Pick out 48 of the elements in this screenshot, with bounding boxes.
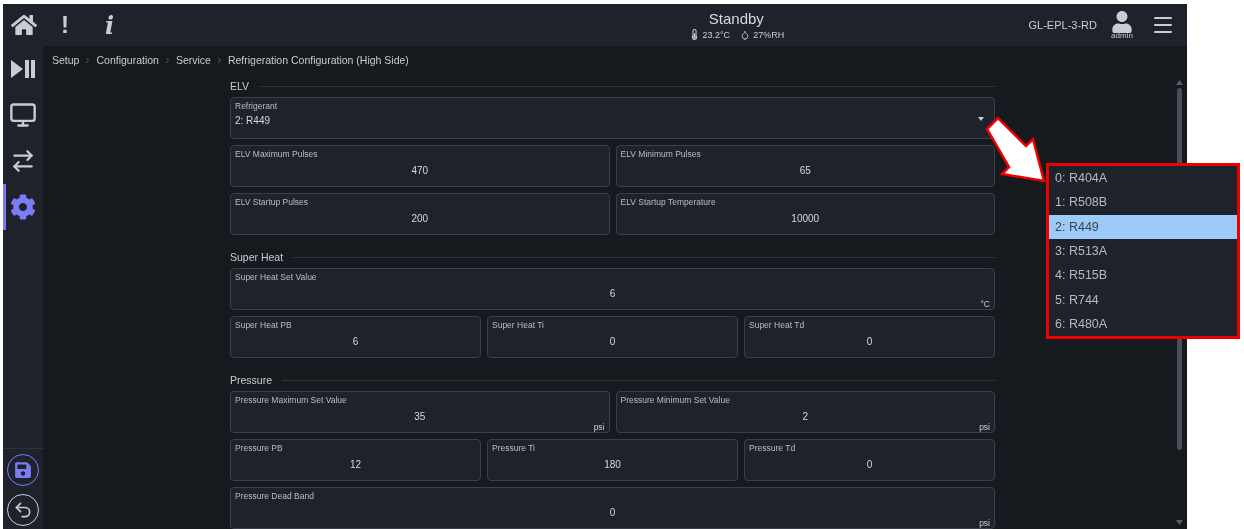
status-title: Standby [708,10,764,27]
dropdown-option[interactable]: 6: R480A [1049,311,1237,337]
device-name: GL-EPL-3-RD [1028,19,1097,31]
back-icon [13,500,33,520]
humidity-reading: 27%RH [753,29,785,40]
select-field[interactable]: Refrigerant 2: R449 [230,97,995,139]
input-field[interactable]: Pressure Dead Band 0 psi [230,487,995,529]
input-field[interactable]: Pressure Maximum Set Value 35 psi [230,391,610,433]
input-field[interactable]: ELV Startup Pulses 200 [230,193,610,235]
user-icon[interactable] [1111,10,1133,33]
input-field[interactable]: ELV Minimum Pulses 65 [615,145,995,187]
scroll-up-icon[interactable] [1175,80,1183,85]
input-field[interactable]: Pressure Minimum Set Value 2 psi [615,391,995,433]
input-field[interactable]: Super Heat Set Value 6 °C [230,268,995,310]
breadcrumb-link[interactable]: Setup [52,54,80,66]
caret-icon [978,117,984,121]
input-field[interactable]: Super Heat Td 0 [744,316,995,358]
dropdown-option[interactable]: 0: R404A [1049,166,1237,191]
input-field[interactable]: ELV Maximum Pulses 470 [230,145,610,187]
input-field[interactable]: Pressure Td 0 [744,439,995,481]
arrows-icon [10,148,36,174]
temperature-reading: 23.2°C [702,29,731,40]
dropdown-option[interactable]: 1: R508B [1049,190,1237,215]
dropdown-option[interactable]: 3: R513A [1049,238,1237,264]
section-title: Super Heat [230,251,284,263]
home-icon[interactable] [11,12,37,38]
section-title: ELV [230,80,250,92]
input-field[interactable]: Pressure Ti 180 [487,439,738,481]
breadcrumb-link[interactable]: Service [175,54,211,66]
settings-icon [10,194,36,220]
dropdown-option[interactable]: 2: R449 [1049,214,1237,239]
input-field[interactable]: Super Heat PB 6 [230,316,481,358]
droplet-icon [740,29,751,40]
input-field[interactable]: ELV Startup Temperature 10000 [615,193,995,235]
play-pause-icon [10,59,36,79]
alert-icon[interactable]: ! [61,11,69,39]
save-icon [14,461,32,479]
input-field[interactable]: Super Heat Ti 0 [487,316,738,358]
dropdown-option[interactable]: 4: R515B [1049,263,1237,288]
scroll-down-icon[interactable] [1175,520,1183,525]
breadcrumb-link[interactable]: Configuration [96,54,159,66]
breadcrumb-link[interactable]: Refrigeration Configuration (High Side) [227,54,409,66]
dropdown-option[interactable]: 5: R744 [1049,287,1237,312]
section-title: Pressure [230,374,272,386]
user-name: admin [1111,30,1133,40]
info-icon[interactable]: i [105,10,115,40]
monitor-icon [9,101,37,129]
input-field[interactable]: Pressure PB 12 [230,439,481,481]
